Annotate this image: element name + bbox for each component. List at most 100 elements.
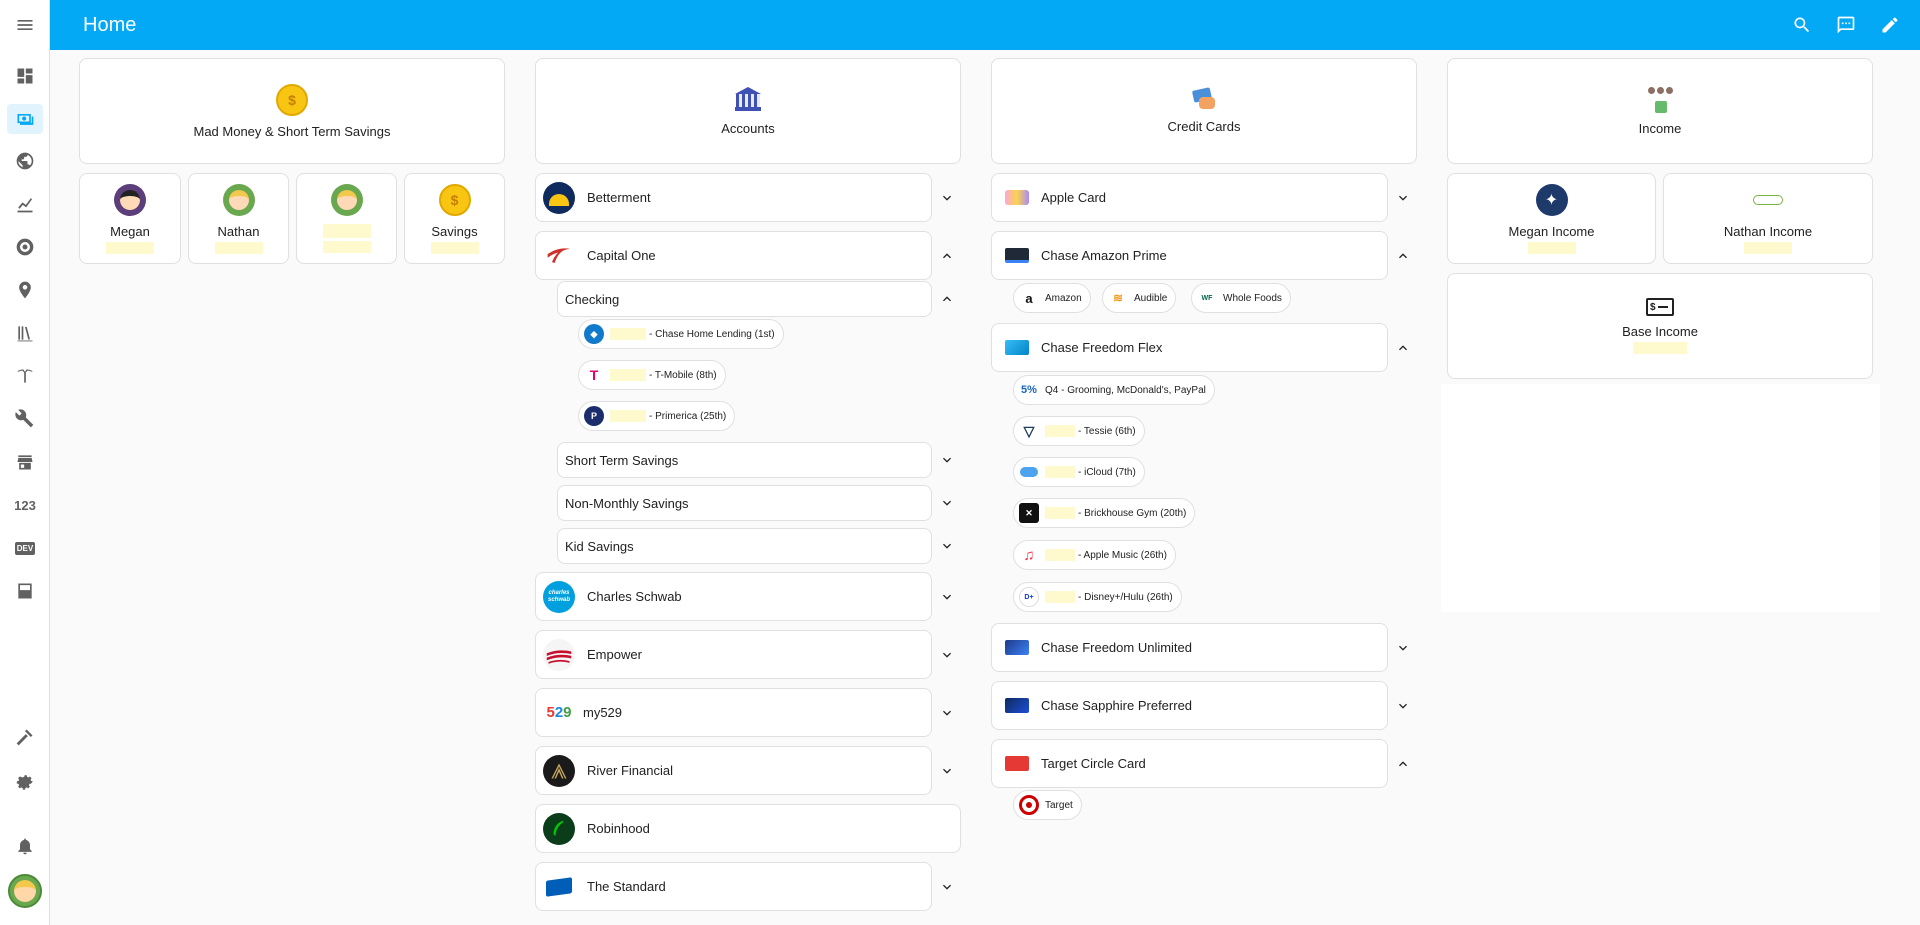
card-row-target-circle-card[interactable]: Target Circle Card (991, 739, 1388, 788)
search-icon[interactable] (1792, 15, 1812, 35)
library-icon[interactable] (7, 318, 43, 348)
account-row-empower[interactable]: Empower (535, 630, 932, 679)
numbers-icon[interactable]: 123 (7, 490, 43, 520)
chevron-up-icon[interactable] (937, 289, 957, 309)
the-standard-logo-icon (543, 870, 575, 903)
bill-chip-chase-home-lending[interactable]: ◆ - Chase Home Lending (1st) (578, 319, 784, 349)
redacted-value (322, 241, 371, 253)
bill-chip-brickhouse-gym[interactable]: ✕ - Brickhouse Gym (20th) (1013, 498, 1196, 528)
map-globe-icon[interactable] (7, 146, 43, 176)
store-icon[interactable] (7, 447, 43, 477)
credit-cards-title: Credit Cards (1167, 118, 1241, 134)
redacted-amount (610, 410, 646, 422)
subaccount-row-short-term-savings[interactable]: Short Term Savings (557, 442, 932, 478)
menu-icon[interactable] (0, 0, 50, 50)
income-tile-base[interactable]: $ Base Income (1447, 273, 1873, 379)
tmobile-logo-icon: T (584, 365, 604, 385)
chevron-down-icon[interactable] (937, 536, 957, 556)
income-name: Megan Income (1508, 223, 1595, 239)
location-icon[interactable] (7, 275, 43, 305)
chevron-up-icon[interactable] (937, 246, 957, 266)
card-row-chase-amazon-prime[interactable]: Chase Amazon Prime (991, 231, 1388, 280)
income-tile-nathan[interactable]: Nathan Income (1663, 173, 1873, 264)
hammer-icon[interactable] (7, 722, 43, 752)
chevron-up-icon[interactable] (1393, 338, 1413, 358)
bill-chip-icloud[interactable]: - iCloud (7th) (1013, 457, 1145, 487)
chevron-down-icon[interactable] (937, 493, 957, 513)
account-row-betterment[interactable]: Betterment (535, 173, 932, 222)
card-row-chase-freedom-flex[interactable]: Chase Freedom Flex (991, 323, 1388, 372)
person-tile-megan[interactable]: Megan (79, 173, 181, 264)
savings-tile[interactable]: $ Savings (404, 173, 505, 264)
target-icon[interactable] (7, 232, 43, 262)
edit-pencil-icon[interactable] (1880, 15, 1900, 35)
card-row-chase-sapphire-preferred[interactable]: Chase Sapphire Preferred (991, 681, 1388, 730)
chevron-down-icon[interactable] (937, 587, 957, 607)
bill-chip-primerica[interactable]: P - Primerica (25th) (578, 401, 736, 431)
chevron-down-icon[interactable] (937, 188, 957, 208)
account-row-capital-one[interactable]: Capital One (535, 231, 932, 280)
bill-chip-disney-hulu[interactable]: D+ - Disney+/Hulu (26th) (1013, 582, 1182, 612)
account-row-my529[interactable]: 529 my529 (535, 688, 932, 737)
overview-icon[interactable] (7, 61, 43, 91)
account-row-the-standard[interactable]: The Standard (535, 862, 932, 911)
chevron-down-icon[interactable] (937, 703, 957, 723)
wrench-icon[interactable] (7, 404, 43, 434)
redacted-amount (1045, 466, 1075, 478)
account-label: Charles Schwab (587, 589, 682, 604)
redacted-value (214, 241, 263, 254)
chip-label: - Brickhouse Gym (20th) (1078, 507, 1187, 519)
chevron-up-icon[interactable] (1393, 246, 1413, 266)
media-icon[interactable] (7, 576, 43, 606)
rotating-category-chip[interactable]: 5% Q4 - Grooming, McDonald's, PayPal (1013, 375, 1215, 405)
chevron-down-icon[interactable] (937, 761, 957, 781)
credit-cards-header-card[interactable]: Credit Cards (991, 58, 1417, 164)
card-row-apple-card[interactable]: Apple Card (991, 173, 1388, 222)
chevron-down-icon[interactable] (937, 645, 957, 665)
chevron-down-icon[interactable] (1393, 188, 1413, 208)
tesla-icon[interactable] (7, 361, 43, 391)
merchant-chip-whole-foods[interactable]: WF Whole Foods (1191, 283, 1291, 313)
budget-icon[interactable] (7, 104, 43, 134)
bill-chip-apple-music[interactable]: ♫ - Apple Music (26th) (1013, 540, 1176, 570)
person-tile-nathan[interactable]: Nathan (188, 173, 289, 264)
person-tile-redacted[interactable] (296, 173, 397, 264)
chevron-up-icon[interactable] (1393, 754, 1413, 774)
mad-money-header-card[interactable]: $ Mad Money & Short Term Savings (79, 58, 505, 164)
account-row-river-financial[interactable]: River Financial (535, 746, 932, 795)
account-row-robinhood[interactable]: Robinhood (535, 804, 961, 853)
subaccount-row-checking[interactable]: Checking (557, 281, 932, 317)
chevron-down-icon[interactable] (937, 450, 957, 470)
chase-logo-icon: ◆ (584, 324, 604, 344)
top-app-bar: Home (50, 0, 1920, 50)
subaccount-row-kid-savings[interactable]: Kid Savings (557, 528, 932, 564)
dev-label: DEV (14, 541, 36, 555)
income-header-card[interactable]: Income (1447, 58, 1873, 164)
merchant-chip-amazon[interactable]: a Amazon (1013, 283, 1091, 313)
dev-icon[interactable]: DEV (7, 533, 43, 563)
bill-chip-tmobile[interactable]: T - T-Mobile (8th) (578, 360, 726, 390)
chip-label: - Tessie (6th) (1078, 425, 1136, 437)
nathan-avatar-icon (222, 183, 255, 216)
assist-chat-icon[interactable] (1836, 15, 1856, 35)
merchant-chip-audible[interactable]: ≋ Audible (1102, 283, 1177, 313)
redacted-amount (1045, 591, 1075, 603)
chevron-down-icon[interactable] (1393, 638, 1413, 658)
accounts-header-card[interactable]: Accounts (535, 58, 961, 164)
bill-chip-tessie[interactable]: ▽ - Tessie (6th) (1013, 416, 1145, 446)
child-avatar-icon (330, 184, 363, 216)
subaccount-label: Non-Monthly Savings (565, 495, 689, 511)
merchant-chip-target[interactable]: Target (1013, 790, 1082, 820)
settings-icon[interactable] (7, 765, 43, 795)
chevron-down-icon[interactable] (1393, 696, 1413, 716)
chevron-down-icon[interactable] (937, 877, 957, 897)
card-row-chase-freedom-unlimited[interactable]: Chase Freedom Unlimited (991, 623, 1388, 672)
subaccount-row-non-monthly-savings[interactable]: Non-Monthly Savings (557, 485, 932, 521)
robinhood-logo-icon (543, 812, 575, 845)
my529-logo-icon: 529 (543, 696, 575, 729)
chart-icon[interactable] (7, 189, 43, 219)
income-tile-megan[interactable]: ✦ Megan Income (1447, 173, 1656, 264)
account-row-charles-schwab[interactable]: charles schwab Charles Schwab (535, 572, 932, 621)
notifications-icon[interactable] (7, 831, 43, 861)
user-avatar[interactable] (8, 874, 42, 908)
